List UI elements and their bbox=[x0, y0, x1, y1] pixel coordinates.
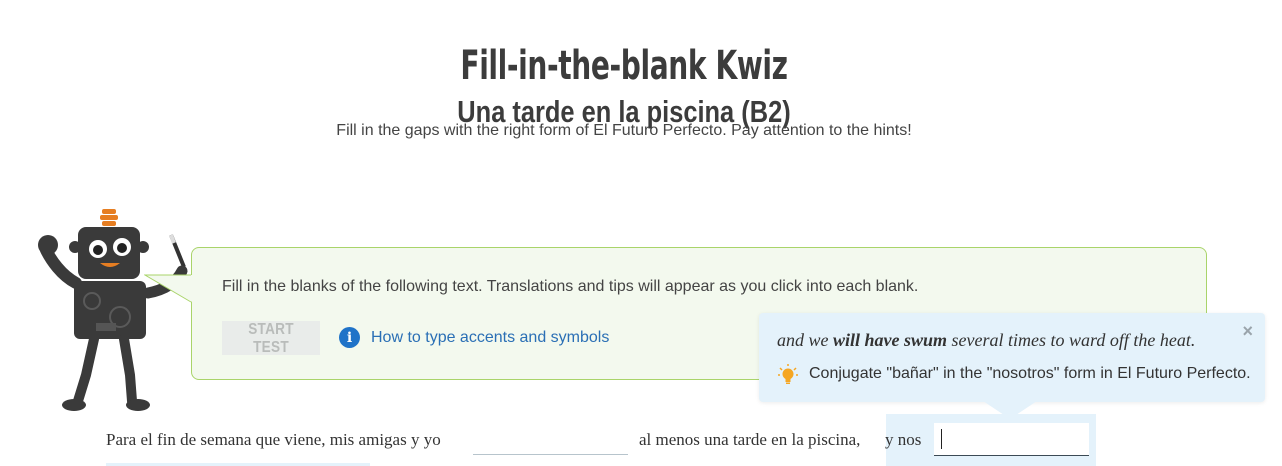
blank-input-2[interactable] bbox=[934, 423, 1089, 456]
tooltip-hint: Conjugate "bañar" in the "nosotros" form… bbox=[777, 363, 1251, 385]
hint-tooltip: and we will have swum several times to w… bbox=[759, 313, 1265, 402]
text-caret bbox=[941, 429, 942, 449]
tooltip-arrow bbox=[983, 401, 1037, 419]
accents-link-label: How to type accents and symbols bbox=[371, 328, 610, 346]
speech-bubble-tail bbox=[144, 274, 194, 303]
page-instructions: Fill in the gaps with the right form of … bbox=[336, 122, 912, 139]
robot-mascot bbox=[38, 209, 188, 411]
translation-before: and we bbox=[777, 330, 833, 350]
translation-after: several times to ward off the heat. bbox=[947, 330, 1196, 350]
info-icon: i bbox=[339, 327, 360, 348]
close-icon[interactable]: × bbox=[1242, 321, 1253, 342]
start-test-button[interactable]: START TEST bbox=[222, 321, 320, 356]
start-test-label: START TEST bbox=[248, 321, 294, 356]
sentence-part-1: Para el fin de semana que viene, mis ami… bbox=[106, 430, 441, 449]
tooltip-translation: and we will have swum several times to w… bbox=[777, 330, 1195, 351]
lightbulb-icon bbox=[778, 364, 798, 384]
sentence-part-2: al menos una tarde en la piscina, bbox=[639, 430, 861, 449]
blank-input-1[interactable] bbox=[473, 423, 628, 455]
accents-help-link[interactable]: i How to type accents and symbols bbox=[339, 327, 609, 348]
translation-bold: will have swum bbox=[833, 330, 948, 350]
sentence-part-3: y nos bbox=[885, 430, 922, 449]
page-title: Fill-in-the-blank Kwiz bbox=[460, 42, 788, 89]
panel-text: Fill in the blanks of the following text… bbox=[222, 278, 919, 295]
hint-text: Conjugate "bañar" in the "nosotros" form… bbox=[809, 365, 1251, 382]
